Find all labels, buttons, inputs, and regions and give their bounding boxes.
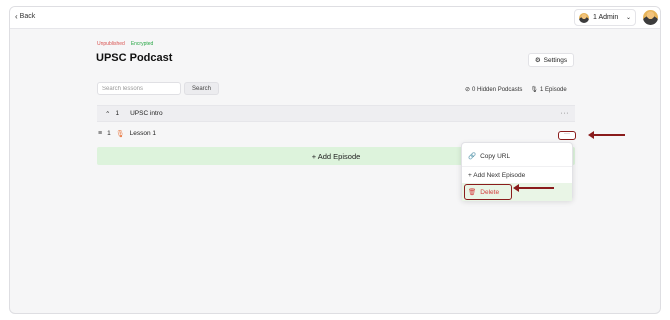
status-badges: Unpublished Encrypted — [97, 41, 153, 47]
encrypted-badge: Encrypted — [130, 41, 154, 47]
lesson-more-button[interactable]: ··· — [558, 131, 576, 140]
unpublished-badge: Unpublished — [97, 41, 125, 47]
page-title: UPSC Podcast — [96, 52, 173, 64]
hidden-podcasts-label: 0 Hidden Podcasts — [472, 87, 523, 93]
lesson-title[interactable]: Lesson 1 — [130, 130, 156, 137]
section-number: 1 — [115, 110, 120, 117]
chevron-down-icon: ⌄ — [625, 15, 631, 21]
section-title: UPSC intro — [130, 110, 163, 117]
chevron-left-icon: ‹ — [15, 12, 18, 21]
back-label: Back — [19, 13, 36, 20]
back-button[interactable]: ‹ Back — [15, 12, 36, 21]
section-row[interactable]: ⌃ 1 UPSC intro ··· — [97, 105, 575, 122]
search-button[interactable]: Search — [184, 82, 219, 95]
top-bar: ‹ Back 1 Admin ⌄ — [10, 7, 660, 29]
audio-icon: 🎙 — [115, 130, 125, 138]
episode-count-stat: 🎙 1 Episode — [530, 86, 566, 93]
menu-item-label: + Add Next Episode — [468, 172, 526, 179]
chevron-up-icon[interactable]: ⌃ — [105, 110, 110, 118]
user-menu-button[interactable]: 1 Admin ⌄ — [574, 9, 636, 26]
lesson-row[interactable]: ≡ 1 🎙 Lesson 1 — [97, 125, 575, 142]
menu-item-label: Copy URL — [480, 152, 511, 160]
episode-count-label: 1 Episode — [540, 87, 567, 93]
app-window: ‹ Back 1 Admin ⌄ Unpublished Encrypted U… — [9, 6, 661, 314]
eye-off-icon: ⊘ — [465, 87, 471, 93]
settings-button[interactable]: ⚙ Settings — [528, 53, 574, 67]
drag-handle-icon[interactable]: ≡ — [98, 130, 102, 137]
user-label: 1 Admin — [593, 14, 619, 21]
section-more-button[interactable]: ··· — [561, 110, 570, 117]
arrowhead — [513, 184, 519, 192]
gear-icon: ⚙ — [534, 57, 541, 64]
menu-item-add-next-episode[interactable]: + Add Next Episode — [462, 166, 572, 184]
avatar — [579, 12, 589, 23]
annotation-arrow-icon — [513, 184, 554, 192]
episode-stats: ⊘ 0 Hidden Podcasts 🎙 1 Episode — [465, 86, 567, 93]
lesson-number: 1 — [107, 130, 111, 137]
settings-label: Settings — [543, 56, 568, 64]
annotation-arrow-icon — [588, 131, 625, 139]
trash-icon: 🗑 — [468, 189, 477, 196]
menu-item-label: Delete — [480, 188, 500, 196]
link-icon: 🔗 — [468, 153, 477, 160]
menu-item-copy-url[interactable]: 🔗 Copy URL — [462, 147, 572, 165]
arrowhead — [588, 131, 594, 139]
profile-avatar[interactable] — [643, 10, 658, 25]
hidden-podcasts-stat: ⊘ 0 Hidden Podcasts — [465, 86, 522, 93]
microphone-icon: 🎙 — [530, 87, 539, 93]
search-input[interactable] — [97, 82, 181, 95]
